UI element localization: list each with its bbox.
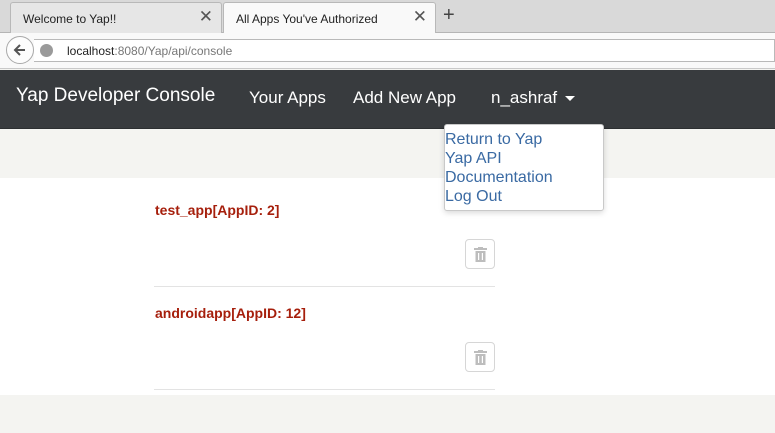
caret-down-icon xyxy=(565,96,576,102)
globe-icon xyxy=(40,44,53,57)
apps-list: test_app[AppID: 2] androidapp[AppID: 12] xyxy=(0,178,775,395)
back-arrow-icon xyxy=(13,44,25,56)
trash-icon xyxy=(474,350,487,365)
row-divider xyxy=(154,286,495,287)
back-button[interactable] xyxy=(6,36,34,64)
nav-your-apps[interactable]: Your Apps xyxy=(249,88,326,108)
menu-item-return-to-yap[interactable]: Return to Yap xyxy=(445,130,542,149)
url-text: localhost:8080/Yap/api/console xyxy=(67,44,233,58)
menu-item-log-out[interactable]: Log Out xyxy=(445,187,502,206)
tab-welcome[interactable]: Welcome to Yap!! ✕ xyxy=(10,2,222,33)
menu-item-documentation[interactable]: Documentation xyxy=(445,168,553,187)
new-tab-button[interactable]: + xyxy=(443,3,455,27)
brand-link[interactable]: Yap Developer Console xyxy=(16,85,215,107)
address-bar[interactable]: localhost:8080/Yap/api/console xyxy=(34,39,775,62)
tab-all-apps[interactable]: All Apps You've Authorized ✕ xyxy=(223,2,436,34)
app-navbar: Yap Developer Console Your Apps Add New … xyxy=(0,70,775,129)
close-tab-icon[interactable]: ✕ xyxy=(199,8,213,25)
delete-app-button[interactable] xyxy=(465,342,495,372)
user-menu-toggle[interactable]: n_ashraf xyxy=(491,88,576,108)
tab-label: Welcome to Yap!! xyxy=(23,12,117,26)
row-divider xyxy=(154,389,495,390)
app-title: test_app[AppID: 2] xyxy=(155,202,280,218)
close-tab-icon[interactable]: ✕ xyxy=(413,8,427,25)
username: n_ashraf xyxy=(491,88,558,107)
delete-app-button[interactable] xyxy=(465,239,495,269)
nav-add-new-app[interactable]: Add New App xyxy=(353,88,456,108)
header-band xyxy=(0,130,775,178)
browser-tab-strip: Welcome to Yap!! ✕ All Apps You've Autho… xyxy=(0,0,775,34)
browser-toolbar: localhost:8080/Yap/api/console xyxy=(0,33,775,69)
menu-item-yap-api[interactable]: Yap API xyxy=(445,149,502,168)
tab-label: All Apps You've Authorized xyxy=(236,12,378,26)
trash-icon xyxy=(474,247,487,262)
app-title: androidapp[AppID: 12] xyxy=(155,305,306,321)
user-dropdown-menu: Return to Yap Yap API Documentation Log … xyxy=(444,124,604,211)
